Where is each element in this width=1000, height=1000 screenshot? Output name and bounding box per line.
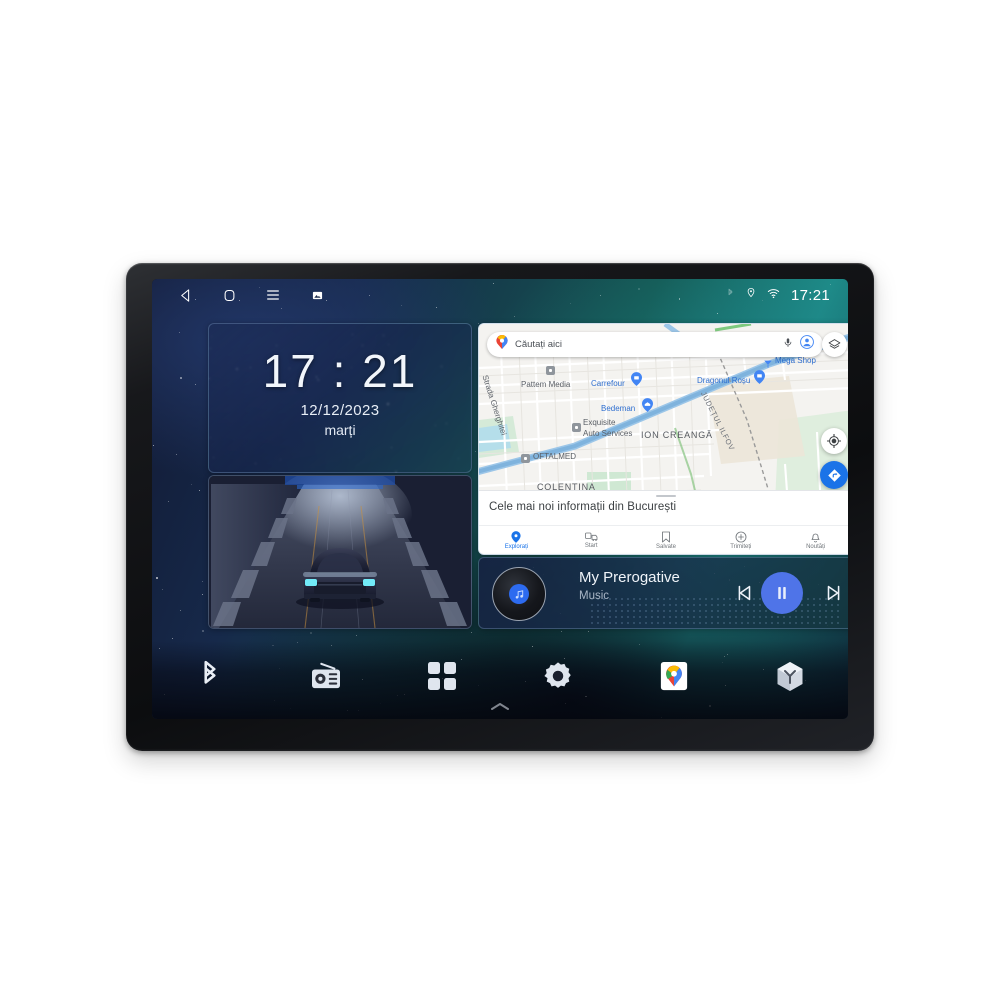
map-label-auto-services: Auto Services [583,429,633,438]
cube-icon [777,661,803,691]
nav-item-start[interactable]: Start [554,531,629,549]
map-label-oftalmed: OFTALMED [533,452,576,461]
status-bar: 17:21 [152,279,848,311]
map-label-ion-creanga: ION CREANGĂ [641,430,713,440]
status-icons: 17:21 [726,286,848,304]
commute-icon [584,532,598,541]
touchscreen[interactable]: 17:21 17 : 21 12/12/2023 marți Strada Gh… [152,279,848,719]
nav-label: Explorați [504,543,529,550]
wifi-icon [767,286,780,304]
google-maps-widget[interactable]: Strada Gherghitei Pattem Media Carrefour… [478,323,848,555]
search-input[interactable]: Căutați aici [515,339,776,350]
google-maps-icon [660,661,688,691]
pause-button[interactable] [761,572,803,614]
nav-item-explore[interactable]: Explorați [479,530,554,550]
clock-day: marți [324,422,356,438]
track-subtitle: Music [579,590,610,602]
map-label-bedeman[interactable]: Bedeman [601,404,635,413]
bluetooth-icon [726,286,735,304]
poi-marker[interactable] [521,454,530,463]
map-label-pattem-media: Pattem Media [521,380,571,389]
dock-item-apps[interactable] [384,662,500,690]
dock-item-settings[interactable] [500,661,616,691]
home-icon[interactable] [220,286,238,304]
clock-date: 12/12/2023 [300,402,380,419]
restaurant-icon [763,356,773,374]
nav-label: Trimiteți [730,543,752,550]
dock-item-radio[interactable] [268,662,384,690]
app-dock [152,649,848,703]
music-note-icon [509,584,529,604]
previous-track-button[interactable] [731,580,757,606]
nav-label: Start [584,543,598,549]
menu-icon[interactable] [264,286,282,304]
my-location-icon[interactable] [821,428,847,454]
directions-icon[interactable] [820,461,848,489]
back-icon[interactable] [176,286,194,304]
dock-item-bluetooth[interactable] [152,660,268,692]
account-avatar-icon[interactable] [800,335,814,354]
contribute-icon [735,531,747,542]
nav-item-contribute[interactable]: Trimiteți [703,531,778,550]
clock-widget[interactable]: 17 : 21 12/12/2023 marți [208,323,472,473]
map-search-bar[interactable]: Căutați aici [487,332,823,357]
bell-icon [811,533,820,542]
map-bottom-sheet[interactable]: Cele mai noi informații din București Ex… [479,490,848,554]
microphone-icon[interactable] [783,336,793,354]
explore-pin-icon [511,530,521,543]
map-label-dragonul-rosu[interactable]: Dragonul Roșu [697,376,750,385]
next-track-button[interactable] [821,580,847,606]
map-pin-carrefour[interactable] [631,372,642,386]
clock-time: 17 : 21 [262,345,418,397]
dock-item-maps[interactable] [616,661,732,691]
radio-icon [312,662,340,689]
chevron-up-icon[interactable] [490,697,510,715]
map-label-exquisite: Exquisite [583,418,616,427]
music-player-widget[interactable]: My Prerogative Music [478,557,848,629]
sheet-title: Cele mai noi informații din București [489,501,677,513]
bluetooth-icon [204,660,216,684]
screenshot-icon[interactable] [308,286,326,304]
map-pin-bedeman[interactable] [642,398,653,412]
navigation-buttons [152,286,326,304]
head-unit-device: 17:21 17 : 21 12/12/2023 marți Strada Gh… [126,263,874,751]
dock-item-yandex[interactable] [732,661,848,692]
map-layers-icon[interactable] [822,332,847,357]
track-title: My Prerogative [579,569,680,586]
gear-icon [544,662,571,688]
bookmark-icon [662,531,670,542]
location-icon [746,286,756,304]
poi-marker[interactable] [546,366,555,375]
nav-item-updates[interactable]: Noutăți [778,531,848,550]
nav-label: Salvate [655,543,676,550]
car-road-illustration [209,476,471,628]
map-label-carrefour[interactable]: Carrefour [591,379,625,388]
apps-grid-icon [428,662,456,690]
map-bottom-nav: Explorați Start Salvate Trimiteți Noutăț… [479,525,848,554]
album-disc[interactable] [492,567,546,621]
nav-label: Noutăți [806,543,826,550]
equalizer-dots [589,596,843,624]
map-label-mega-shop[interactable]: Mega Shop [775,356,816,365]
car-animation-widget[interactable] [208,475,472,629]
nav-item-saved[interactable]: Salvate [629,531,704,550]
poi-marker[interactable] [572,423,581,432]
google-maps-pin-icon [496,334,508,354]
status-clock: 17:21 [790,286,830,304]
